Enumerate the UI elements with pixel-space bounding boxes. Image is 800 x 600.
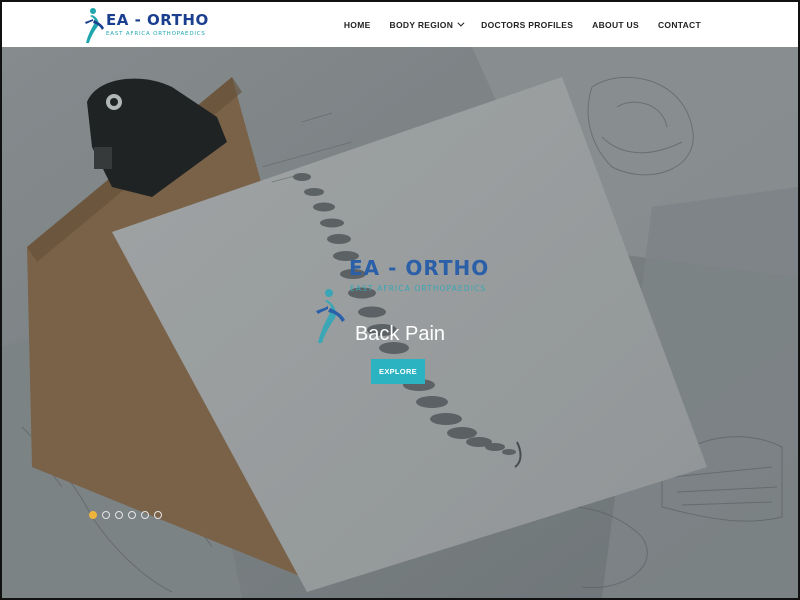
nav-body-region[interactable]: BODY REGION: [390, 19, 465, 30]
hero-brand-tagline: EAST AFRICA ORTHOPAEDICS: [350, 284, 487, 293]
slider-pagination: [89, 511, 167, 519]
nav-home-label[interactable]: HOME: [344, 20, 371, 30]
nav-about-us[interactable]: ABOUT US: [592, 20, 639, 30]
slider-dot[interactable]: [115, 511, 123, 519]
brand-tagline: EAST AFRICA ORTHOPAEDICS: [106, 31, 206, 37]
nav-home[interactable]: HOME: [344, 20, 371, 30]
hero-slider: EA - ORTHO EAST AFRICA ORTHOPAEDICS Back…: [2, 47, 798, 598]
site-header: EA - ORTHO EAST AFRICA ORTHOPAEDICS HOME…: [2, 2, 798, 47]
hero-brand-name: EA - ORTHO: [349, 256, 490, 280]
nav-body-region-label[interactable]: BODY REGION: [390, 20, 454, 30]
slider-dot[interactable]: [141, 511, 149, 519]
explore-button[interactable]: EXPLORE: [371, 359, 425, 384]
hero-title: Back Pain: [354, 323, 446, 345]
person-figure-icon: [85, 8, 104, 43]
nav-contact-label[interactable]: CONTACT: [658, 20, 701, 30]
main-nav: HOME BODY REGION DOCTORS PROFILES ABOUT …: [325, 2, 701, 47]
brand-name[interactable]: EA - ORTHO: [106, 11, 209, 29]
slider-dot[interactable]: [128, 511, 136, 519]
nav-about-us-label[interactable]: ABOUT US: [592, 20, 639, 30]
nav-doctors-profiles[interactable]: DOCTORS PROFILES: [481, 20, 573, 30]
page-frame: EA - ORTHO EAST AFRICA ORTHOPAEDICS HOME…: [0, 0, 800, 600]
chevron-down-icon[interactable]: [457, 19, 465, 27]
nav-contact[interactable]: CONTACT: [658, 20, 701, 30]
slider-dot[interactable]: [154, 511, 162, 519]
slider-dot[interactable]: [89, 511, 97, 519]
nav-doctors-profiles-label[interactable]: DOCTORS PROFILES: [481, 20, 573, 30]
slider-dot[interactable]: [102, 511, 110, 519]
